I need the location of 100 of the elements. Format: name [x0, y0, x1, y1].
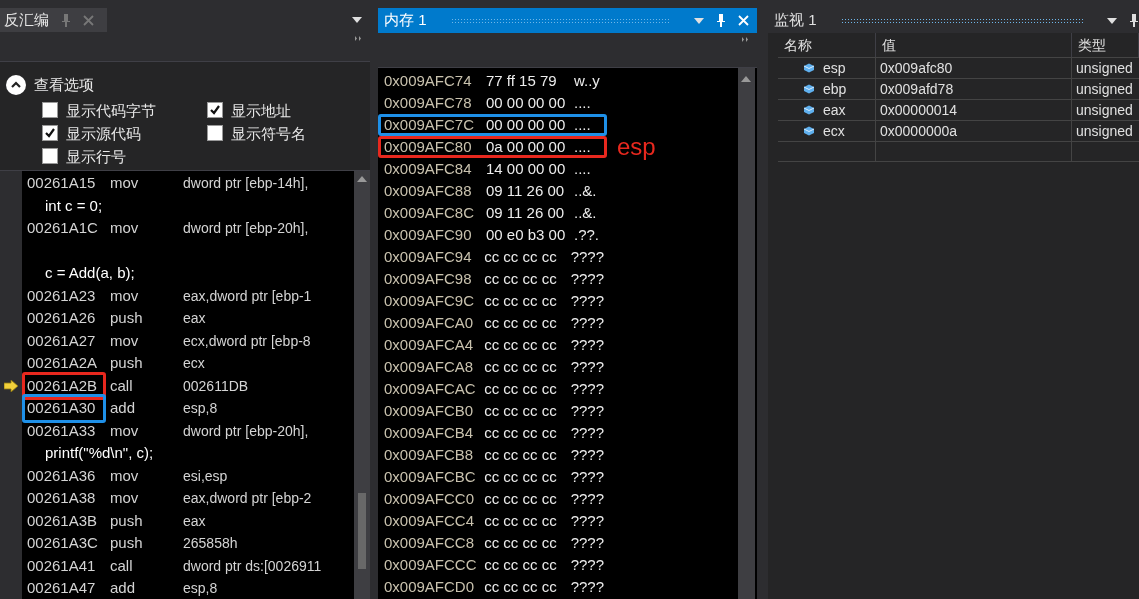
type-cell: unsigned: [1072, 78, 1139, 99]
ascii-text: ????: [570, 247, 604, 267]
operand-text: esp,8: [183, 399, 218, 418]
value-cell: 0x009afd78: [876, 78, 1072, 99]
address-text: 0x009AFCD0: [384, 577, 476, 597]
checkbox[interactable]: [207, 125, 223, 141]
empty-cell: [1072, 141, 1139, 162]
operand-text: 265858h: [183, 534, 238, 553]
ascii-text: ????: [570, 269, 604, 289]
variable-name: ebp: [823, 79, 847, 99]
mnemonic-text: mov: [109, 218, 140, 238]
annotation-label: esp: [617, 136, 656, 158]
ascii-text: ????: [570, 467, 604, 487]
mnemonic-text: push: [109, 353, 144, 373]
address-text: 00261A41: [26, 555, 97, 576]
operand-text: eax: [183, 511, 206, 531]
column-header[interactable]: 类型: [1072, 33, 1139, 57]
ascii-text: ????: [570, 555, 604, 575]
address-text: 0x009AFCAC: [384, 379, 477, 399]
overflow-icon[interactable]: [742, 37, 749, 42]
checkbox-label: 显示符号名: [231, 123, 306, 143]
collapse-icon[interactable]: [6, 75, 26, 96]
mnemonic-text: mov: [109, 173, 140, 193]
value-cell: 0x0000000a: [876, 120, 1072, 141]
scrollbar[interactable]: [354, 171, 370, 599]
checkbox[interactable]: [42, 102, 58, 118]
mnemonic-text: mov: [109, 488, 140, 508]
ascii-text: ????: [570, 291, 604, 311]
operand-text: dword ptr [ebp-14h],: [183, 174, 309, 193]
column-header[interactable]: 名称: [778, 33, 876, 57]
hex-bytes: 77 ff 15 79: [486, 71, 558, 91]
address-text: 00261A47: [26, 578, 97, 598]
dropdown-icon[interactable]: [352, 17, 362, 23]
ascii-text: ..&.: [574, 181, 597, 201]
pin-icon[interactable]: [1129, 14, 1139, 27]
mnemonic-text: push: [109, 533, 144, 553]
hex-bytes: cc cc cc cc: [484, 511, 558, 531]
address-text: 00261A38: [26, 488, 97, 508]
address-text: 0x009AFC8C: [384, 203, 476, 223]
mnemonic-text: call: [109, 375, 134, 396]
overflow-icon[interactable]: [355, 36, 362, 41]
mnemonic-text: push: [109, 510, 144, 531]
hex-bytes: cc cc cc cc: [484, 401, 558, 421]
checkbox-label: 显示代码字节: [66, 100, 156, 120]
address-text: 0x009AFC84: [384, 159, 473, 179]
operand-text: ecx,dword ptr [ebp-8: [183, 331, 311, 351]
hex-bytes: cc cc cc cc: [484, 335, 558, 355]
address-text: 0x009AFCB8: [384, 445, 475, 465]
address-text: 0x009AFCBC: [384, 467, 477, 487]
address-text: 0x009AFC78: [384, 93, 473, 113]
ascii-text: ....: [574, 93, 591, 113]
hex-bytes: 00 e0 b3 00: [486, 225, 567, 245]
panel-tab[interactable]: 反汇编: [0, 8, 107, 32]
scrollbar[interactable]: [738, 68, 755, 599]
ascii-text: ????: [570, 533, 604, 553]
address-text: 0x009AFCC4: [384, 511, 476, 531]
checkbox[interactable]: [42, 125, 58, 141]
address-text: 0x009AFCCC: [384, 555, 478, 575]
address-text: 0x009AFC7C: [384, 115, 476, 135]
address-text: 00261A26: [26, 308, 97, 328]
address-text: 00261A36: [26, 465, 97, 486]
address-text: 0x009AFC9C: [384, 291, 476, 311]
column-header[interactable]: 值: [876, 33, 1072, 57]
address-text: 00261A30: [22, 394, 106, 423]
hex-bytes: cc cc cc cc: [484, 247, 558, 267]
address-text: 0x009AFCB0: [384, 401, 475, 421]
source-line: printf("%d\n", c);: [45, 444, 154, 461]
hex-bytes: cc cc cc cc: [484, 313, 558, 333]
hex-bytes: cc cc cc cc: [484, 291, 558, 311]
address-text: 00261A3B: [26, 510, 99, 531]
dropdown-icon[interactable]: [1107, 17, 1117, 24]
type-cell: unsigned: [1072, 120, 1139, 141]
mnemonic-text: mov: [109, 285, 140, 306]
hex-bytes: cc cc cc cc: [484, 489, 558, 509]
close-icon[interactable]: [83, 14, 94, 26]
mnemonic-text: add: [109, 578, 137, 598]
checkbox[interactable]: [42, 148, 58, 164]
ascii-text: ....: [574, 159, 591, 179]
address-text: 00261A3C: [26, 533, 99, 553]
operand-text: dword ptr ds:[0026911: [183, 556, 322, 576]
hex-bytes: cc cc cc cc: [484, 357, 558, 377]
hex-bytes: cc cc cc cc: [484, 533, 558, 553]
address-text: 00261A15: [26, 173, 97, 193]
address-text: 00261A33: [26, 420, 97, 441]
address-text: 0x009AFC88: [384, 181, 473, 201]
pin-icon[interactable]: [716, 14, 726, 27]
address-text: 00261A2A: [26, 353, 99, 373]
ascii-text: ????: [570, 401, 604, 421]
mnemonic-text: add: [109, 398, 137, 418]
ascii-text: .??.: [574, 225, 600, 245]
address-text: 0x009AFCC8: [384, 533, 476, 553]
ascii-text: ????: [570, 313, 604, 333]
variable-name: ecx: [823, 121, 845, 141]
ascii-text: ????: [570, 423, 604, 443]
ascii-text: ..&.: [574, 203, 597, 223]
panel-header[interactable]: 内存 1: [378, 8, 757, 33]
ascii-text: ....: [574, 115, 591, 135]
hex-bytes: cc cc cc cc: [484, 269, 558, 289]
checkbox[interactable]: [207, 102, 223, 118]
address-text: 00261A27: [26, 330, 97, 351]
